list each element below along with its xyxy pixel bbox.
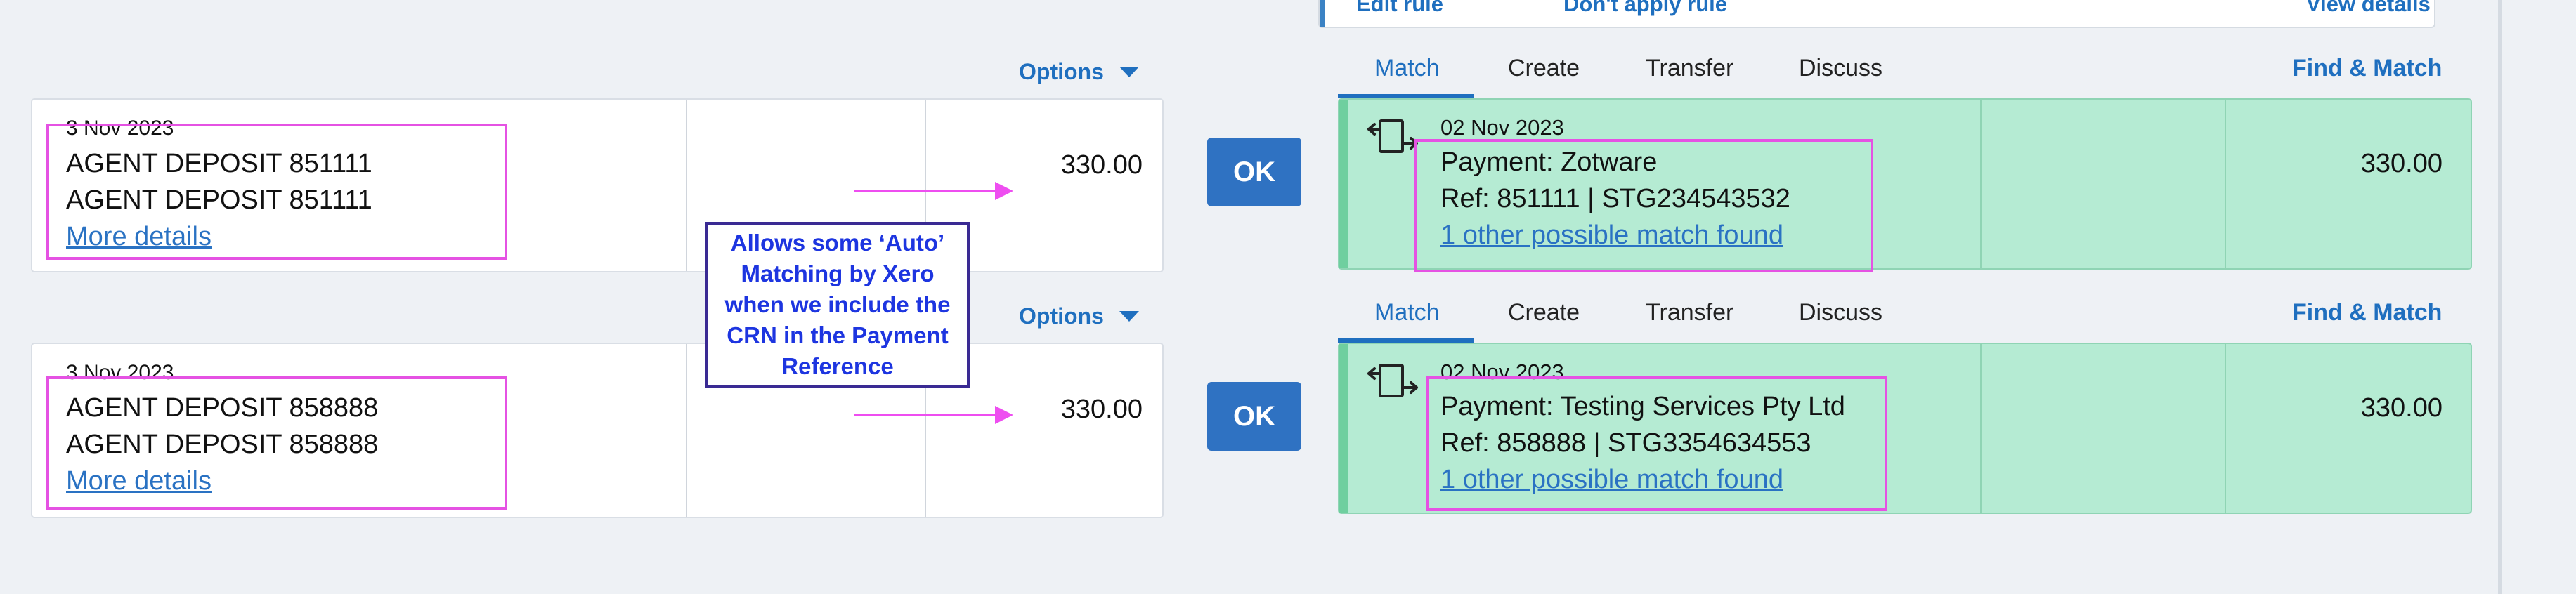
column-divider <box>686 344 687 517</box>
find-and-match-link[interactable]: Find & Match <box>2292 299 2442 326</box>
find-and-match-link[interactable]: Find & Match <box>2292 55 2442 82</box>
statement-amount: 330.00 <box>1060 395 1143 424</box>
tab-discuss[interactable]: Discuss <box>1799 299 1882 326</box>
column-divider <box>1980 100 1982 268</box>
tab-create[interactable]: Create <box>1508 55 1580 82</box>
match-card-accent <box>1339 100 1348 268</box>
options-label: Options <box>1019 303 1104 329</box>
arrow-right-icon <box>995 406 1013 424</box>
annotation-note: Allows some ‘Auto’ Matching by Xero when… <box>705 222 970 388</box>
column-divider <box>1980 344 1982 513</box>
options-menu[interactable]: Options <box>1019 303 1139 329</box>
arrow-right-icon <box>995 182 1013 200</box>
annotation-arrow-line <box>854 414 996 416</box>
transfer-arrows-icon <box>1367 364 1418 397</box>
view-details-link[interactable]: View details <box>2306 0 2431 17</box>
highlight-match-text <box>1414 139 1873 272</box>
column-divider <box>2225 344 2226 513</box>
highlight-statement-text <box>46 376 507 510</box>
rule-bar: Edit rule Don't apply rule View details <box>1318 0 2435 28</box>
ok-button[interactable]: OK <box>1207 138 1301 206</box>
ok-button[interactable]: OK <box>1207 382 1301 451</box>
annotation-line: Matching by Xero <box>741 260 935 286</box>
tab-transfer[interactable]: Transfer <box>1646 299 1733 326</box>
tab-create[interactable]: Create <box>1508 299 1580 326</box>
caret-down-icon <box>1119 67 1139 77</box>
annotation-line: when we include the <box>724 291 951 317</box>
dont-apply-rule-link[interactable]: Don't apply rule <box>1563 0 1727 17</box>
edit-rule-link[interactable]: Edit rule <box>1356 0 1443 17</box>
tab-discuss[interactable]: Discuss <box>1799 55 1882 82</box>
highlight-statement-text <box>46 124 507 260</box>
transfer-arrows-icon <box>1367 119 1418 153</box>
page-right-rail <box>2498 0 2502 594</box>
annotation-arrow-line <box>854 190 996 192</box>
tab-match[interactable]: Match <box>1374 299 1440 326</box>
column-divider <box>2225 100 2226 268</box>
match-amount: 330.00 <box>2360 149 2442 178</box>
caret-down-icon <box>1119 311 1139 322</box>
annotation-line: Allows some ‘Auto’ <box>730 230 945 256</box>
rule-bar-accent <box>1320 0 1325 27</box>
match-card-accent <box>1339 344 1348 513</box>
tab-match[interactable]: Match <box>1374 55 1440 82</box>
column-divider <box>686 100 687 271</box>
options-menu[interactable]: Options <box>1019 59 1139 85</box>
annotation-line: CRN in the Payment <box>727 322 949 348</box>
options-label: Options <box>1019 59 1104 84</box>
tab-transfer[interactable]: Transfer <box>1646 55 1733 82</box>
annotation-line: Reference <box>781 353 894 379</box>
highlight-match-text <box>1426 376 1887 511</box>
match-amount: 330.00 <box>2360 393 2442 423</box>
match-date: 02 Nov 2023 <box>1440 115 1564 140</box>
statement-amount: 330.00 <box>1060 150 1143 180</box>
